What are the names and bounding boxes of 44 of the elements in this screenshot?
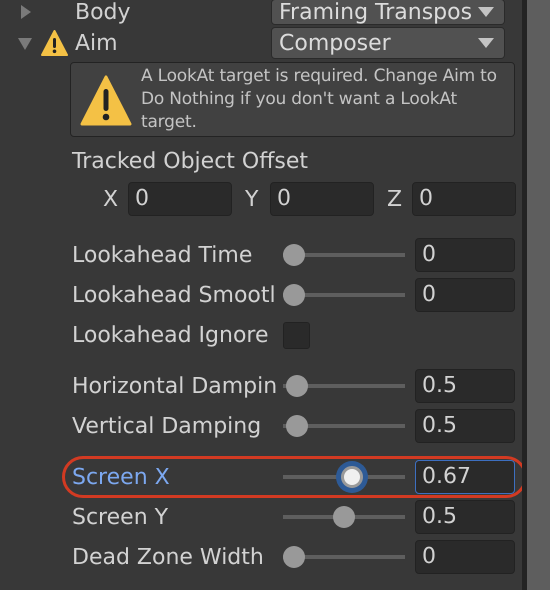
- axis-label: X: [103, 186, 120, 214]
- number-field[interactable]: 0.5: [415, 409, 515, 443]
- foldout-label[interactable]: Body: [75, 0, 271, 28]
- number-field[interactable]: 0: [415, 278, 515, 312]
- field-label: Screen Y: [72, 504, 170, 532]
- axis-label: Z: [387, 186, 404, 214]
- slider-thumb[interactable]: [333, 506, 355, 528]
- field-label: Horizontal Dampin: [72, 372, 278, 400]
- number-field[interactable]: 0: [415, 238, 515, 272]
- foldout-label[interactable]: Aim: [75, 26, 271, 60]
- field-label: Dead Zone Width: [72, 544, 265, 572]
- number-field[interactable]: 0: [412, 182, 516, 216]
- warning-message: A LookAt target is required. Change Aim to Do Nothing if you don't want a LookAt target.: [141, 65, 498, 134]
- scrollbar[interactable]: [527, 0, 550, 590]
- number-field[interactable]: 0.67: [415, 460, 515, 494]
- number-field[interactable]: 0.5: [415, 369, 515, 403]
- number-field[interactable]: 0.5: [415, 500, 515, 534]
- field-label: Lookahead Time: [72, 242, 254, 270]
- field-label: Lookahead Smootl: [72, 282, 277, 310]
- dropdown-arrow-icon: [478, 7, 494, 17]
- slider[interactable]: [283, 415, 405, 437]
- field-label: Vertical Damping: [72, 412, 262, 440]
- slider[interactable]: [283, 244, 405, 266]
- axis-label: Y: [245, 186, 260, 214]
- dropdown-arrow-icon: [478, 38, 494, 48]
- slider-thumb[interactable]: [286, 375, 308, 397]
- field-label: Lookahead Ignore: [72, 322, 270, 350]
- slider-thumb[interactable]: [283, 546, 305, 568]
- warning-icon: [80, 75, 132, 127]
- slider-thumb[interactable]: [286, 415, 308, 437]
- dropdown[interactable]: Composer: [271, 27, 505, 59]
- slider-thumb[interactable]: [283, 284, 305, 306]
- dropdown[interactable]: Framing Transpos: [271, 0, 505, 25]
- number-field[interactable]: 0: [270, 182, 374, 216]
- slider[interactable]: [283, 546, 405, 568]
- slider[interactable]: [283, 375, 405, 397]
- field-label: Tracked Object Offset: [72, 148, 310, 176]
- field-label: Screen X: [72, 464, 171, 492]
- slider[interactable]: [283, 506, 405, 528]
- expanded-triangle-icon[interactable]: [17, 35, 33, 51]
- slider[interactable]: [283, 284, 405, 306]
- number-field[interactable]: 0: [128, 182, 232, 216]
- slider-thumb[interactable]: [283, 244, 305, 266]
- number-field[interactable]: 0: [415, 540, 515, 574]
